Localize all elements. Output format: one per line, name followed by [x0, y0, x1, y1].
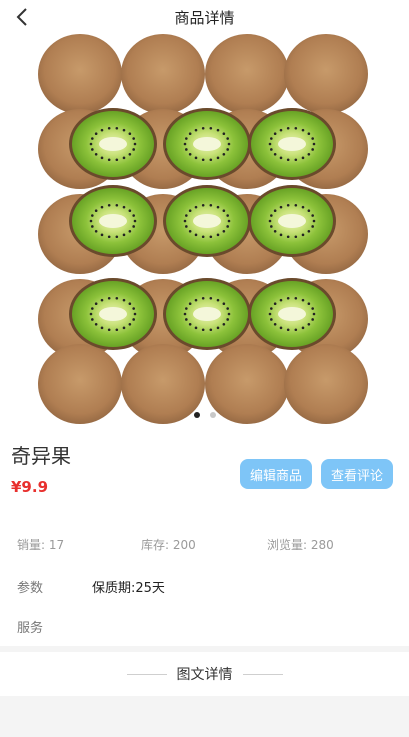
product-name: 奇异果 — [11, 444, 71, 468]
params-value: 保质期:25天 — [92, 581, 165, 596]
divider — [126, 673, 167, 675]
product-info-panel: 奇异果 ¥9.9 编辑商品 查看评论 销量: 17 库存: 200 浏览量: 2… — [0, 426, 409, 646]
stock-count: 库存: 200 — [141, 538, 196, 552]
top-bar: 商品详情 — [0, 0, 409, 34]
chevron-left-icon — [16, 8, 27, 26]
view-reviews-button[interactable]: 查看评论 — [321, 459, 393, 489]
carousel-dot[interactable] — [193, 412, 200, 418]
carousel-dot[interactable] — [209, 412, 216, 418]
product-price: ¥9.9 — [11, 478, 49, 496]
params-label: 参数 — [17, 581, 44, 596]
carousel-indicators — [0, 412, 409, 418]
back-button[interactable] — [10, 5, 34, 29]
view-count: 浏览量: 280 — [267, 538, 334, 552]
service-label: 服务 — [17, 621, 44, 636]
sales-count: 销量: 17 — [17, 538, 65, 552]
divider — [242, 673, 283, 675]
detail-section-title: 图文详情 — [176, 667, 233, 683]
detail-section-header: 图文详情 — [0, 652, 409, 696]
product-image-carousel[interactable] — [0, 34, 409, 426]
page-title: 商品详情 — [174, 8, 235, 27]
product-image — [38, 34, 368, 424]
edit-product-button[interactable]: 编辑商品 — [240, 459, 312, 489]
